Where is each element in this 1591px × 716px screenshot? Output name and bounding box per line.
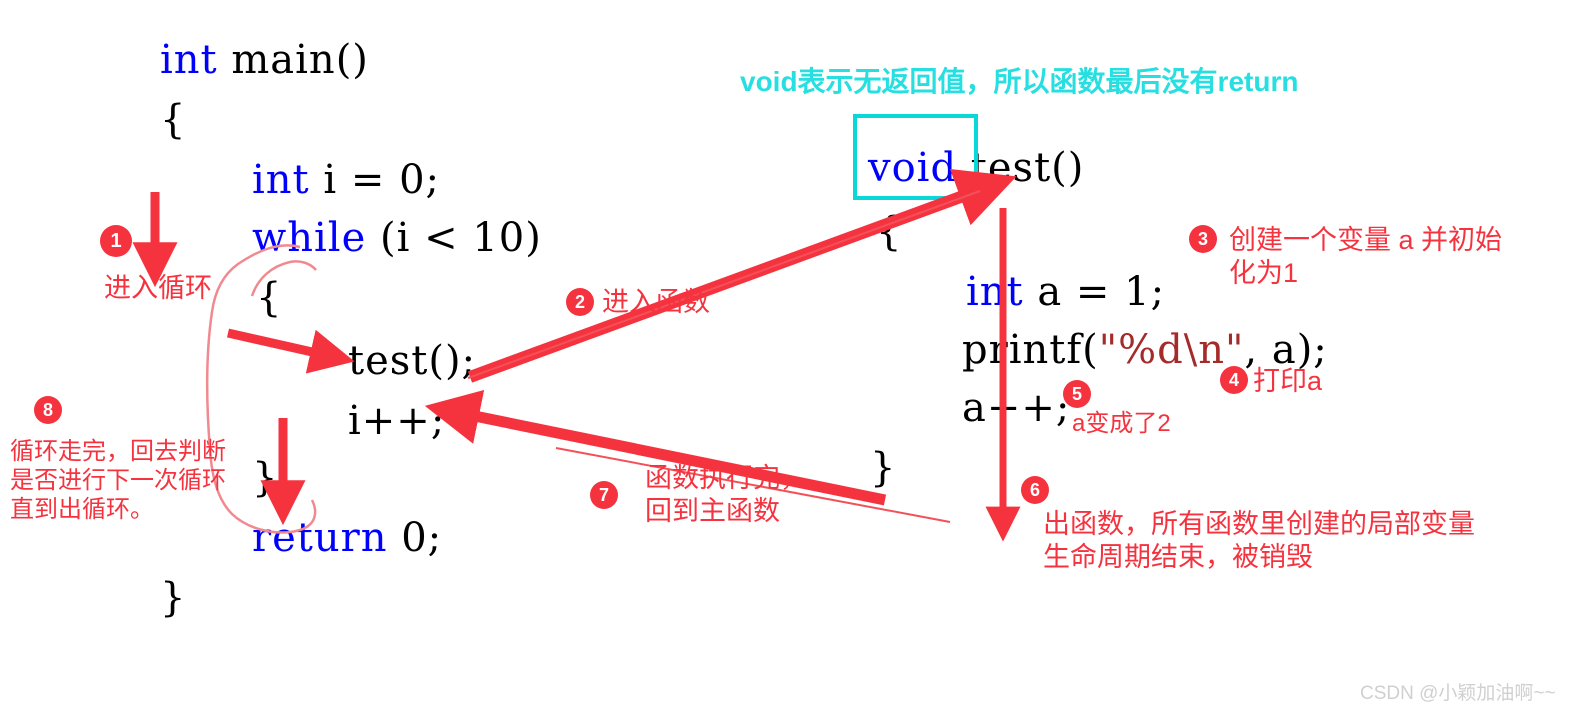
keyword-int: int bbox=[160, 37, 218, 83]
annotation-text-4: 打印a bbox=[1253, 366, 1323, 396]
arrow-enter-function bbox=[467, 168, 1017, 383]
annotation-badge-5: 5 bbox=[1063, 380, 1091, 408]
code-text-return-value: 0; bbox=[387, 515, 443, 561]
annotation-badge-6: 6 bbox=[1021, 476, 1049, 504]
code-line-while: while (i < 10) bbox=[252, 210, 542, 266]
code-line-int-main: int main() bbox=[160, 32, 369, 88]
annotation-text-2: 进入函数 bbox=[602, 287, 710, 317]
void-highlight-box bbox=[853, 114, 978, 200]
code-line-i-increment: i++; bbox=[348, 398, 446, 444]
code-line-return: return 0; bbox=[252, 510, 442, 566]
annotation-badge-8: 8 bbox=[34, 396, 62, 424]
code-text-while-cond: (i < 10) bbox=[366, 215, 542, 261]
code-text-main: main() bbox=[217, 37, 369, 83]
code-text-printf-head: printf( bbox=[962, 327, 1099, 373]
code-line-test-call: test(); bbox=[348, 338, 477, 384]
annotation-text-6: 出函数，所有函数里创建的局部变量 生命周期结束，被销毁 bbox=[1043, 509, 1475, 572]
code-line-int-i: int i = 0; bbox=[252, 152, 440, 208]
keyword-int-i: int bbox=[252, 157, 310, 203]
code-line-main-open-brace: { bbox=[160, 97, 187, 143]
code-line-a-increment: a++; bbox=[962, 385, 1071, 431]
annotation-badge-3: 3 bbox=[1189, 225, 1217, 253]
annotation-badge-4: 4 bbox=[1220, 366, 1248, 394]
diagram-canvas: int main() { int i = 0; while (i < 10) {… bbox=[0, 0, 1591, 716]
annotation-text-1: 进入循环 bbox=[104, 273, 212, 303]
keyword-return: return bbox=[252, 515, 388, 561]
code-line-main-close-brace: } bbox=[160, 575, 187, 621]
code-line-int-a: int a = 1; bbox=[966, 264, 1165, 320]
code-text-i-init: i = 0; bbox=[309, 157, 441, 203]
code-text-a-init: a = 1; bbox=[1023, 269, 1166, 315]
annotation-text-5: a变成了2 bbox=[1072, 410, 1171, 437]
csdn-watermark: CSDN @小颖加油啊~~ bbox=[1360, 683, 1556, 704]
code-line-test-close-brace: } bbox=[870, 445, 897, 491]
keyword-while: while bbox=[252, 215, 367, 261]
annotation-badge-7: 7 bbox=[590, 481, 618, 509]
annotation-text-7: 函数执行完， 回到主函数 bbox=[645, 463, 807, 526]
code-line-test-open-brace: { bbox=[876, 209, 903, 255]
cyan-note-void: void表示无返回值，所以函数最后没有return bbox=[740, 66, 1299, 97]
annotation-arrows-overlay bbox=[132, 168, 1021, 542]
code-text-printf-string: "%d\n" bbox=[1098, 327, 1245, 373]
annotation-text-3: 创建一个变量 a 并初始 化为1 bbox=[1229, 225, 1503, 288]
annotation-badge-1: 1 bbox=[100, 225, 132, 257]
annotation-badge-2: 2 bbox=[566, 288, 594, 316]
annotation-text-8: 循环走完，回去判断 是否进行下一次循环 直到出循环。 bbox=[10, 438, 226, 523]
code-line-while-open-brace: { bbox=[256, 275, 283, 321]
arrow-into-test-call bbox=[227, 328, 355, 374]
keyword-int-a: int bbox=[966, 269, 1024, 315]
code-line-while-close-brace: } bbox=[252, 455, 279, 501]
